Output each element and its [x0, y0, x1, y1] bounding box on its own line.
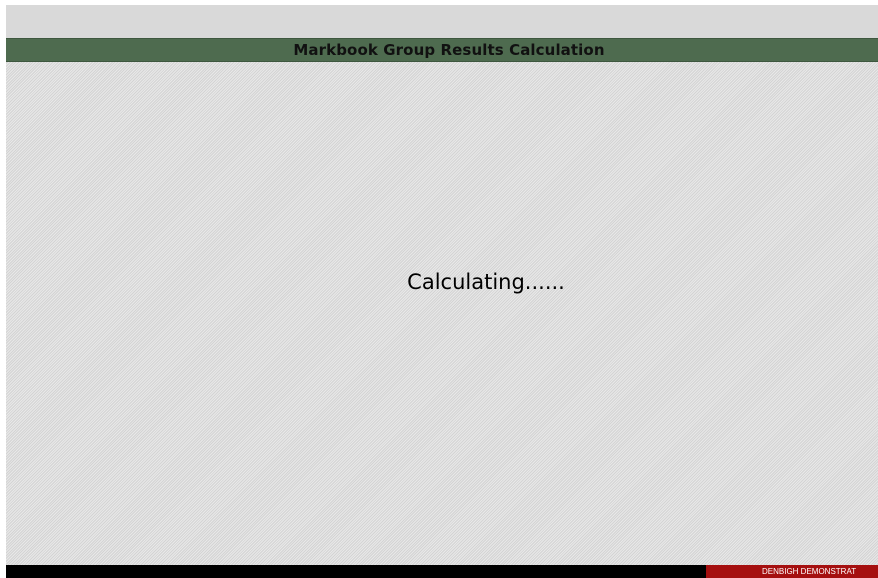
app-window: Markbook Group Results Calculation Calcu… [0, 0, 878, 578]
main-panel: Markbook Group Results Calculation Calcu… [6, 5, 878, 565]
school-badge: DENBIGH DEMONSTRAT [706, 565, 878, 578]
calculating-status: Calculating...... [407, 270, 565, 294]
title-bar: Markbook Group Results Calculation [6, 38, 878, 62]
page-title: Markbook Group Results Calculation [293, 41, 605, 59]
school-name-label: DENBIGH DEMONSTRAT [762, 567, 857, 576]
top-strip [6, 5, 878, 38]
footer-bar: DENBIGH DEMONSTRAT [6, 565, 878, 578]
